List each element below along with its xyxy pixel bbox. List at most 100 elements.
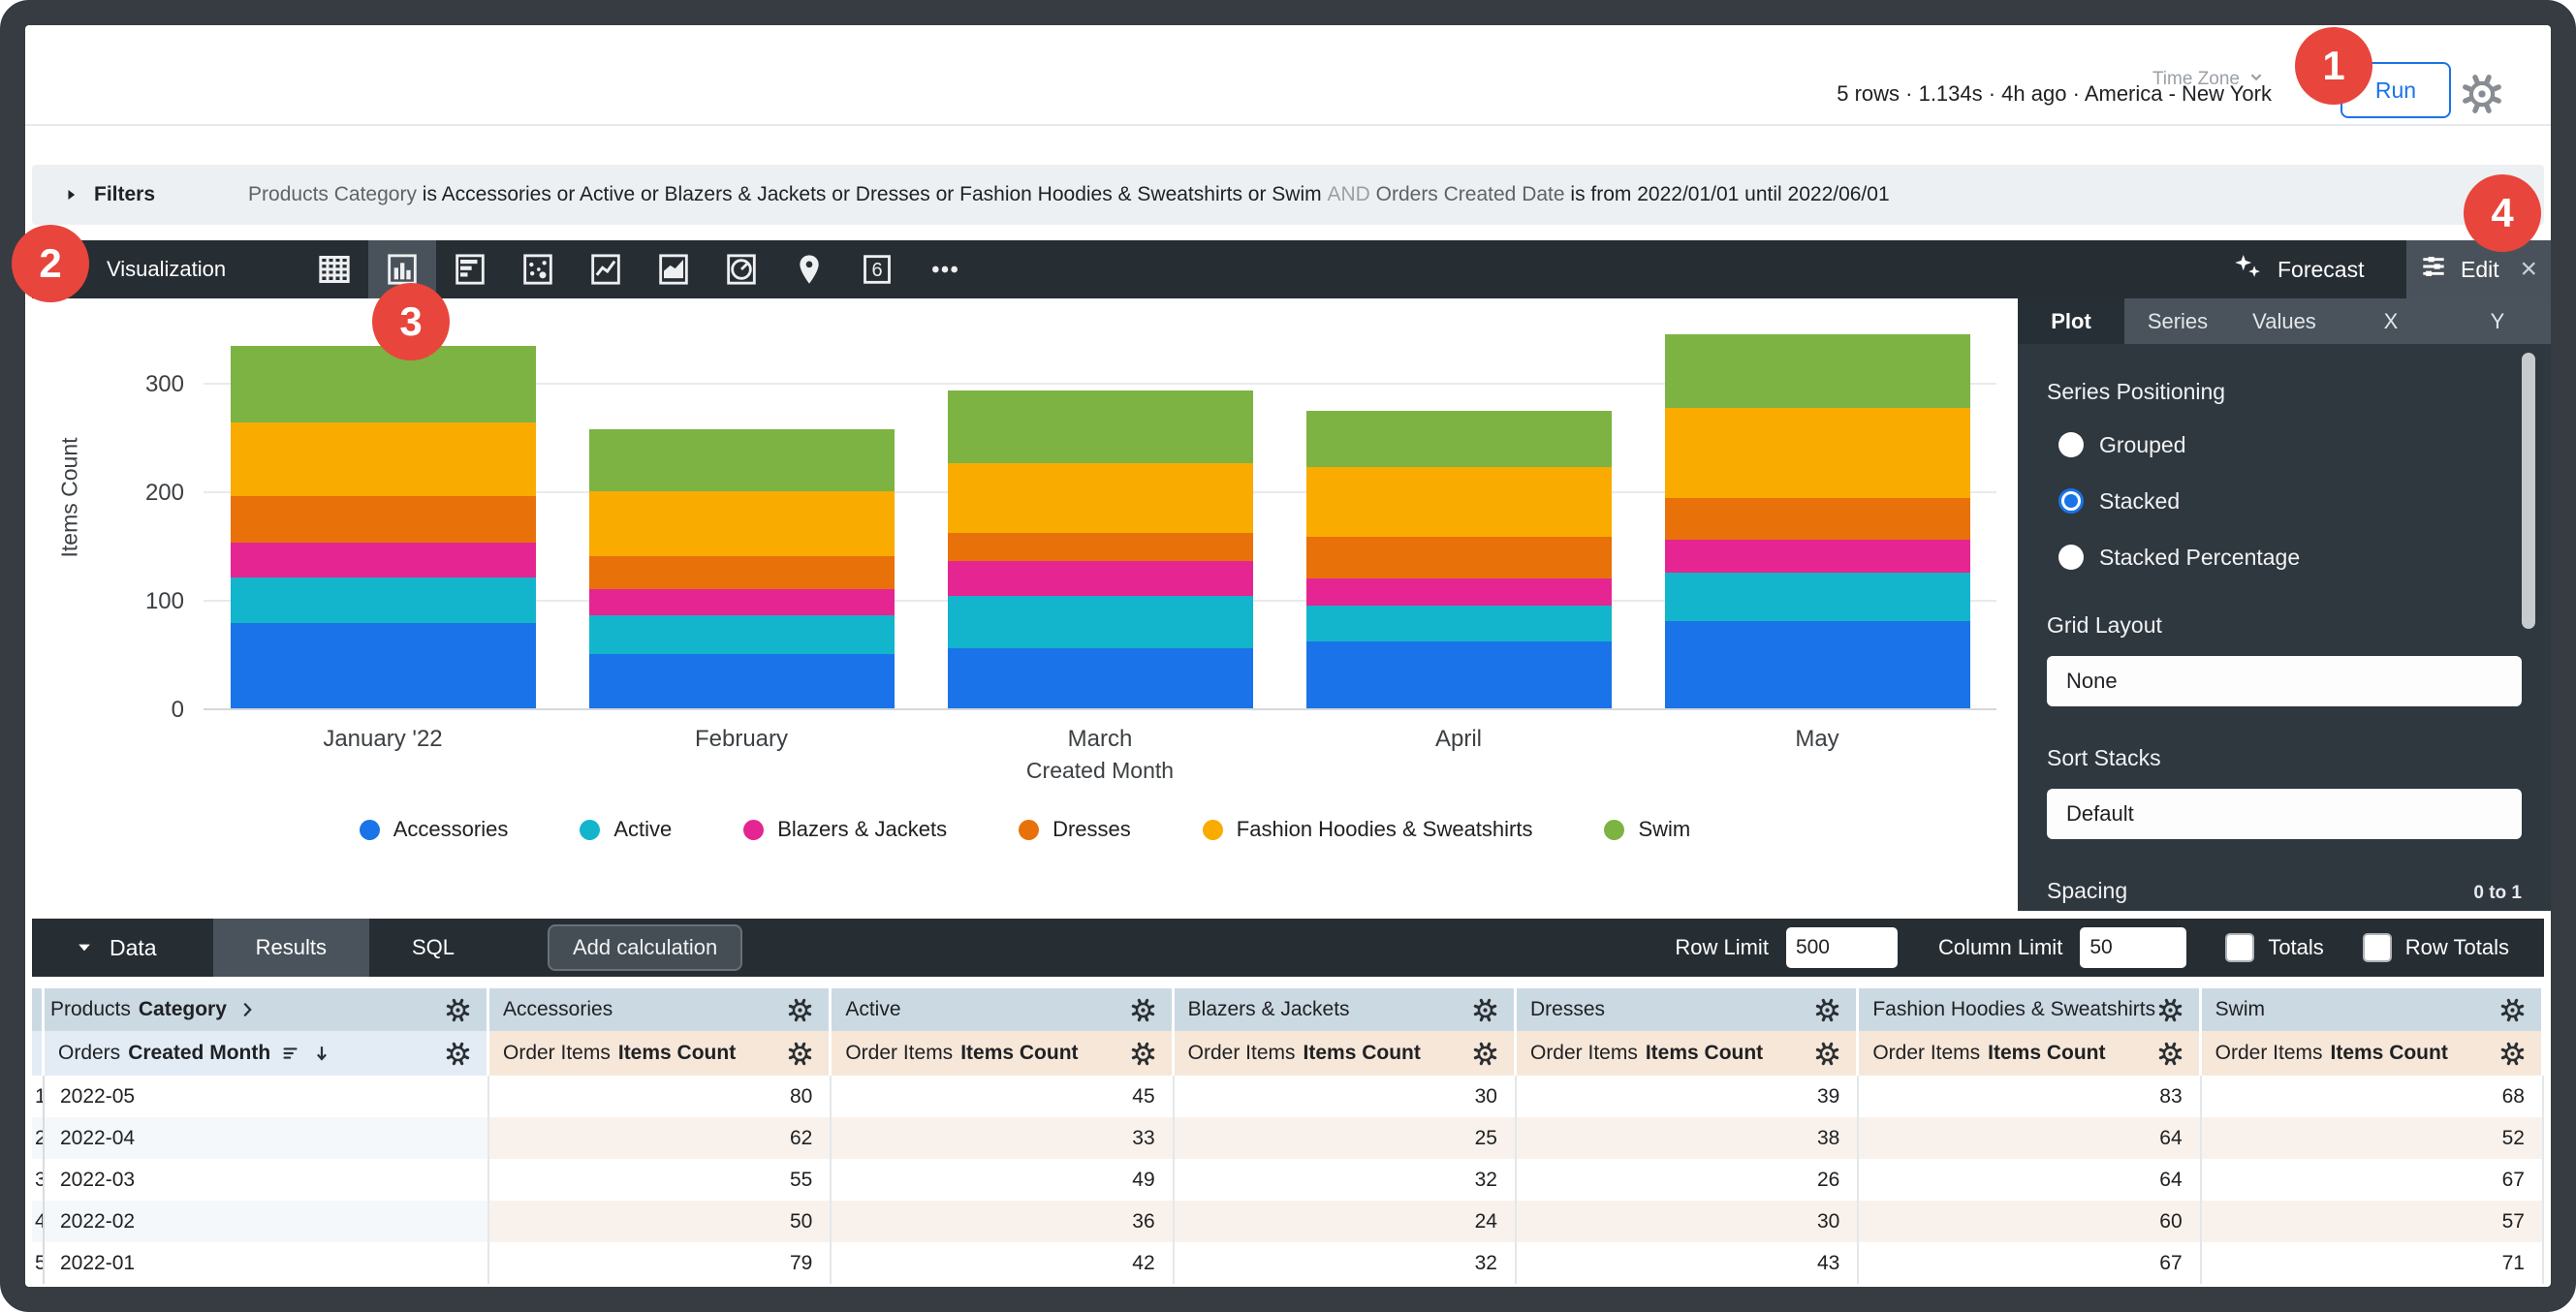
month-cell[interactable]: 2022-01 [45,1242,489,1284]
measure-header[interactable]: Order ItemsItems Count [832,1031,1174,1076]
gear-icon[interactable] [445,1041,471,1067]
bar-segment[interactable] [948,648,1253,708]
bar-segment[interactable] [231,578,536,623]
tab-results[interactable]: Results [213,919,369,977]
value-cell[interactable]: 80 [489,1076,832,1117]
tab-plot[interactable]: Plot [2018,298,2124,344]
pivot-value-header[interactable]: Swim [2202,988,2544,1031]
bar-segment[interactable] [1665,498,1970,541]
pivot-value-header[interactable]: Accessories [489,988,832,1031]
dimension-field-header[interactable]: OrdersCreated Month [45,1031,489,1076]
legend-item[interactable]: Accessories [360,817,509,842]
value-cell[interactable]: 30 [1517,1201,1859,1242]
measure-header[interactable]: Order ItemsItems Count [2202,1031,2544,1076]
bar-segment[interactable] [948,561,1253,596]
radio-grouped[interactable]: Grouped [2058,428,2522,461]
edit-panel-header[interactable]: Edit × [2406,240,2551,298]
settings-gear-icon[interactable] [2460,72,2504,121]
value-cell[interactable]: 32 [1175,1159,1517,1201]
tab-x[interactable]: X [2338,298,2444,344]
value-cell[interactable]: 43 [1517,1242,1859,1284]
stacked-bar[interactable] [948,390,1253,708]
value-cell[interactable]: 79 [489,1242,832,1284]
value-cell[interactable]: 64 [1859,1159,2201,1201]
measure-header[interactable]: Order ItemsItems Count [1859,1031,2201,1076]
value-cell[interactable]: 30 [1175,1076,1517,1117]
value-cell[interactable]: 39 [1517,1076,1859,1117]
sort-desc-arrow-icon[interactable] [311,1043,332,1064]
sort-stacks-select[interactable]: Default [2047,789,2522,839]
bar-segment[interactable] [1306,537,1612,578]
value-cell[interactable]: 57 [2202,1201,2544,1242]
radio-icon[interactable] [2058,432,2084,457]
legend-item[interactable]: Dresses [1019,817,1131,842]
value-cell[interactable]: 42 [832,1242,1174,1284]
gear-icon[interactable] [2157,997,2183,1023]
value-cell[interactable]: 67 [1859,1242,2201,1284]
column-limit-input[interactable] [2080,927,2186,968]
collapse-data-icon[interactable] [75,938,94,957]
pivot-icon[interactable] [280,1043,301,1064]
bar-segment[interactable] [589,654,895,708]
bar-segment[interactable] [589,429,895,491]
totals-checkbox[interactable] [2225,933,2254,962]
radio-icon[interactable] [2058,545,2084,570]
gear-icon[interactable] [1472,997,1498,1023]
legend-item[interactable]: Blazers & Jackets [743,817,947,842]
gear-icon[interactable] [1130,1041,1156,1067]
bar-segment[interactable] [1306,641,1612,708]
value-cell[interactable]: 32 [1175,1242,1517,1284]
month-cell[interactable]: 2022-05 [45,1076,489,1117]
more-icon[interactable] [911,240,979,298]
gear-icon[interactable] [2499,1041,2526,1067]
value-cell[interactable]: 68 [2202,1076,2544,1117]
value-cell[interactable]: 45 [832,1076,1174,1117]
pivot-field-header[interactable]: ProductsCategory [45,988,489,1031]
value-cell[interactable]: 71 [2202,1242,2544,1284]
close-icon[interactable]: × [2520,253,2537,286]
stacked-bar[interactable] [1306,411,1612,708]
pie-chart-icon[interactable] [707,240,775,298]
month-cell[interactable]: 2022-04 [45,1117,489,1159]
tab-series[interactable]: Series [2124,298,2231,344]
forecast-button[interactable]: Forecast [2231,240,2364,298]
value-cell[interactable]: 25 [1175,1117,1517,1159]
panel-scrollbar[interactable] [2522,353,2535,629]
gear-icon[interactable] [2499,997,2526,1023]
bar-segment[interactable] [948,596,1253,649]
bar-segment[interactable] [1665,621,1970,708]
tab-y[interactable]: Y [2444,298,2551,344]
area-chart-icon[interactable] [640,240,707,298]
value-cell[interactable]: 55 [489,1159,832,1201]
row-totals-checkbox[interactable] [2363,933,2392,962]
bar-segment[interactable] [589,589,895,615]
pivot-value-header[interactable]: Blazers & Jackets [1175,988,1517,1031]
month-cell[interactable]: 2022-02 [45,1201,489,1242]
legend-item[interactable]: Active [580,817,672,842]
radio-stacked-percentage[interactable]: Stacked Percentage [2058,541,2522,574]
measure-header[interactable]: Order ItemsItems Count [1517,1031,1859,1076]
value-cell[interactable]: 52 [2202,1117,2544,1159]
stacked-bar[interactable] [1665,334,1970,708]
bar-segment[interactable] [948,533,1253,561]
row-limit-input[interactable] [1786,927,1898,968]
value-cell[interactable]: 24 [1175,1201,1517,1242]
bar-segment[interactable] [231,422,536,495]
timezone-value[interactable]: America - New York [2085,81,2272,106]
expand-filters-icon[interactable] [61,185,80,204]
pivot-value-header[interactable]: Fashion Hoodies & Sweatshirts [1859,988,2201,1031]
value-cell[interactable]: 64 [1859,1117,2201,1159]
stacked-bar[interactable] [231,346,536,708]
legend-item[interactable]: Fashion Hoodies & Sweatshirts [1203,817,1533,842]
value-cell[interactable]: 33 [832,1117,1174,1159]
value-cell[interactable]: 36 [832,1201,1174,1242]
hbar-chart-icon[interactable] [436,240,504,298]
bar-segment[interactable] [1665,540,1970,573]
bar-segment[interactable] [1306,467,1612,537]
measure-header[interactable]: Order ItemsItems Count [489,1031,832,1076]
bar-segment[interactable] [1665,334,1970,408]
bar-segment[interactable] [1306,606,1612,641]
bar-segment[interactable] [589,556,895,589]
gear-icon[interactable] [1814,1041,1840,1067]
bar-segment[interactable] [589,615,895,654]
